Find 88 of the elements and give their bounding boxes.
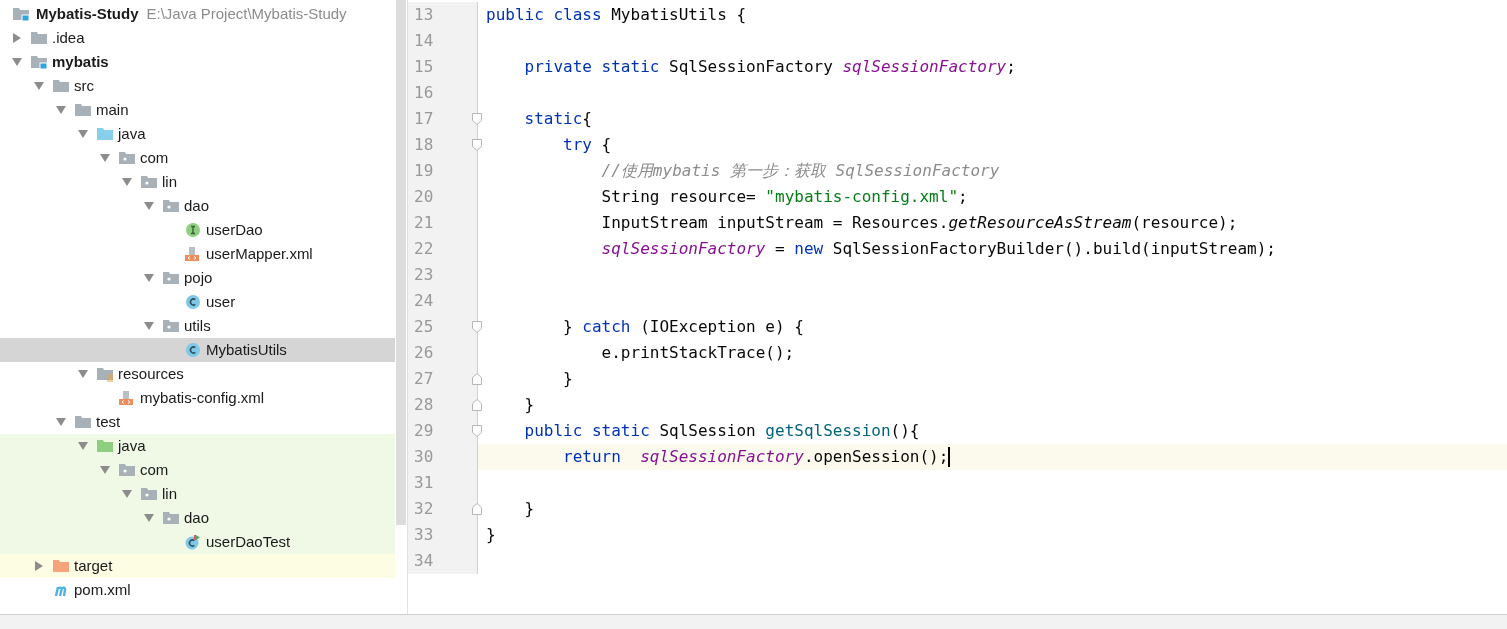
code-line: static{ xyxy=(523,108,592,130)
tree-item-label: pom.xml xyxy=(74,579,131,600)
tree-row[interactable]: lin xyxy=(0,482,395,506)
line-number: 19 xyxy=(413,160,434,182)
line-number: 20 xyxy=(413,186,434,208)
line-number: 30 xyxy=(413,446,434,468)
code-line: } xyxy=(562,368,573,390)
code-line: public class MybatisUtils { xyxy=(486,4,747,26)
tree-row[interactable]: java xyxy=(0,434,395,458)
code-line: //使用mybatis 第一步：获取 SqlSessionFactory xyxy=(600,160,1000,182)
tree-item-label: resources xyxy=(118,363,184,384)
tree-row[interactable]: userDao xyxy=(0,218,395,242)
tree-row[interactable]: userDaoTest xyxy=(0,530,395,554)
code-line: } xyxy=(523,394,535,416)
tree-item-label: java xyxy=(118,123,146,144)
tree-item-label: src xyxy=(74,75,94,96)
tree-item-label: MybatisUtils xyxy=(206,339,287,360)
tree-row[interactable]: mybatis-config.xml xyxy=(0,386,395,410)
tree-item-label: mybatis-config.xml xyxy=(140,387,265,408)
tree-row[interactable]: target xyxy=(0,554,395,578)
code-line: sqlSessionFactory = new SqlSessionFactoryBuilder().build(inputStream); xyxy=(600,238,1276,260)
code-line: public static SqlSession getSqlSession(){ xyxy=(523,420,920,442)
code-line: InputStream inputStream = Resources.getResourceAsStream(resource); xyxy=(600,212,1238,234)
code-line: String resource= "mybatis-config.xml"; xyxy=(600,186,968,208)
line-number: 18 xyxy=(413,134,434,156)
line-number: 13 xyxy=(413,4,434,26)
tree-item-label: userMapper.xml xyxy=(206,243,313,264)
tree-item-label: user xyxy=(206,291,236,312)
tree-row[interactable]: com xyxy=(0,458,395,482)
line-number: 15 xyxy=(413,56,434,78)
code-line: return sqlSessionFactory.openSession(); xyxy=(562,446,949,468)
tree-item-label: userDao xyxy=(206,219,263,240)
tree-item-label: userDaoTest xyxy=(206,531,291,552)
tree-item-label: main xyxy=(96,99,129,120)
code-line: } xyxy=(523,498,535,520)
tree-item-label: dao xyxy=(184,195,210,216)
tree-item-label: utils xyxy=(184,315,211,336)
tree-row[interactable]: dao xyxy=(0,506,395,530)
tree-item-label: dao xyxy=(184,507,210,528)
line-number: 14 xyxy=(413,30,434,52)
line-number: 22 xyxy=(413,238,434,260)
tree-row[interactable]: .idea xyxy=(0,26,395,50)
code-line: try { xyxy=(562,134,612,156)
tree-item-label: target xyxy=(74,555,113,576)
tree-item-label: test xyxy=(96,411,121,432)
tree-row[interactable]: utils xyxy=(0,314,395,338)
tree-item-label: com xyxy=(140,459,169,480)
tree-row[interactable]: lin xyxy=(0,170,395,194)
line-number: 16 xyxy=(413,82,434,104)
code-line: } catch (IOException e) { xyxy=(562,316,804,338)
tree-row[interactable]: userMapper.xml xyxy=(0,242,395,266)
tree-row[interactable]: user xyxy=(0,290,395,314)
tree-row[interactable]: test xyxy=(0,410,395,434)
tree-row[interactable]: java xyxy=(0,122,395,146)
code-line: private static SqlSessionFactory sqlSessionFactory; xyxy=(523,56,1016,78)
line-number: 26 xyxy=(413,342,434,364)
project-path: E:\Java Project\Mybatis-Study xyxy=(146,3,347,24)
tree-row[interactable]: com xyxy=(0,146,395,170)
tree-item-label: java xyxy=(118,435,146,456)
tree-item-label: .idea xyxy=(52,27,85,48)
code-line: } xyxy=(486,524,496,546)
code-line: e.printStackTrace(); xyxy=(600,342,795,364)
line-number: 24 xyxy=(413,290,434,312)
tree-row[interactable]: pom.xml xyxy=(0,578,395,602)
tree-row[interactable]: resources xyxy=(0,362,395,386)
line-number: 23 xyxy=(413,264,434,286)
tree-row[interactable]: src xyxy=(0,74,395,98)
line-number: 33 xyxy=(413,524,434,546)
tree-item-label: mybatis xyxy=(52,51,109,72)
tree-row[interactable]: pojo xyxy=(0,266,395,290)
line-number: 31 xyxy=(413,472,434,494)
tree-item-label: com xyxy=(140,147,169,168)
tree-row[interactable]: dao xyxy=(0,194,395,218)
tree-row[interactable]: mybatis xyxy=(0,50,395,74)
line-number: 32 xyxy=(413,498,434,520)
line-number: 28 xyxy=(413,394,434,416)
line-number: 17 xyxy=(413,108,434,130)
project-name: Mybatis-Study xyxy=(36,3,139,24)
tree-item-label: lin xyxy=(162,483,177,504)
line-number: 25 xyxy=(413,316,434,338)
line-number: 34 xyxy=(413,550,434,572)
line-number: 21 xyxy=(413,212,434,234)
tree-row[interactable]: main xyxy=(0,98,395,122)
tree-item-label: lin xyxy=(162,171,177,192)
tree-item-label: pojo xyxy=(184,267,213,288)
line-number: 29 xyxy=(413,420,434,442)
line-number: 27 xyxy=(413,368,434,390)
tree-row[interactable]: MybatisUtils xyxy=(0,338,395,362)
